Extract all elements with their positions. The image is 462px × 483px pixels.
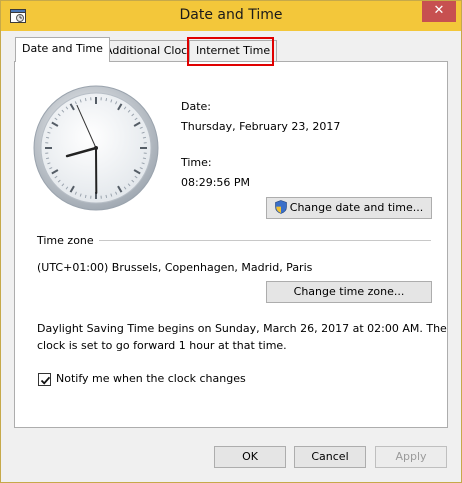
clock-minute-tick [142,136,146,139]
time-zone-heading: Time zone [37,234,94,247]
date-value: Thursday, February 23, 2017 [181,120,341,133]
window-title: Date and Time [179,7,283,23]
analog-clock [33,85,159,211]
time-zone-value: (UTC+01:00) Brussels, Copenhagen, Madrid… [37,261,313,274]
ok-button[interactable]: OK [214,446,286,468]
tab-date-and-time[interactable]: Date and Time [15,37,110,62]
date-and-time-window: Date and Time ✕ Date and Time Additional… [0,0,462,483]
dst-info-line-1: Daylight Saving Time begins on Sunday, M… [37,322,447,335]
uac-shield-icon [274,200,287,221]
clock-minute-tick [46,157,50,160]
title-bar[interactable]: Date and Time ✕ [1,1,461,31]
time-value: 08:29:56 PM [181,176,251,189]
dst-info-line-2: clock is set to go forward 1 hour at tha… [37,339,287,352]
clock-minute-tick [142,157,146,160]
cancel-button[interactable]: Cancel [294,446,366,468]
close-button[interactable]: ✕ [422,1,456,22]
change-time-zone-button[interactable]: Change time zone... [266,281,432,303]
clock-minute-tick [84,98,87,102]
clock-minute-tick [84,194,87,198]
tab-internet-time[interactable]: Internet Time [189,40,278,61]
clock-minute-tick [105,98,108,102]
date-and-time-panel: Date: Thursday, February 23, 2017 Time: … [14,61,448,428]
clock-minute-tick [105,194,108,198]
change-date-and-time-label: Change date and time... [289,201,424,214]
date-label: Date: [181,100,211,113]
close-icon: ✕ [433,3,445,18]
clock-minute-tick [46,136,50,139]
apply-button[interactable]: Apply [375,446,447,468]
time-label: Time: [181,156,212,169]
checkmark-icon [40,376,51,385]
notify-label[interactable]: Notify me when the clock changes [56,372,246,385]
notify-checkbox[interactable] [38,373,51,386]
time-zone-divider [99,240,431,241]
change-date-and-time-button[interactable]: Change date and time... [266,197,432,219]
